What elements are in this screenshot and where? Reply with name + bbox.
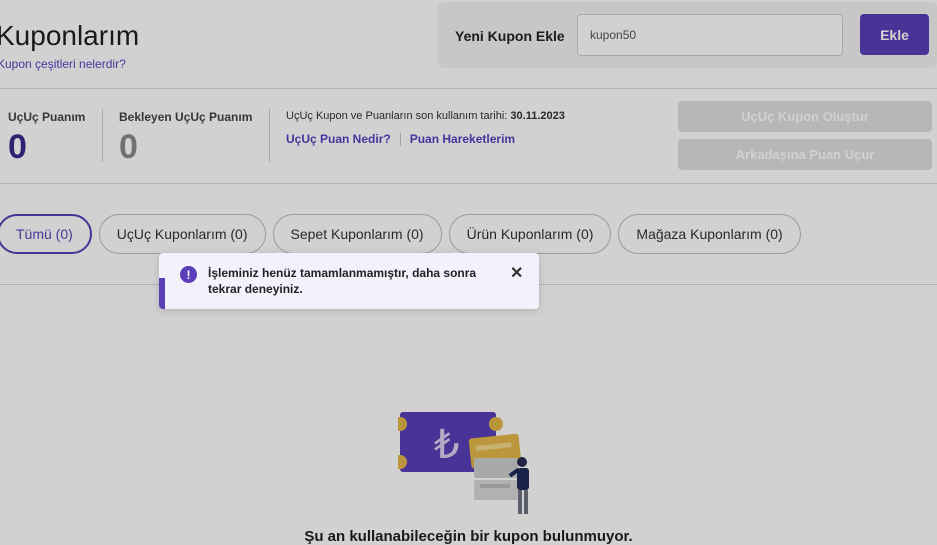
toast-message: İşleminiz henüz tamamlanmamıştır, daha s… (208, 266, 477, 296)
close-icon[interactable]: ✕ (510, 263, 523, 283)
exclamation-icon: ! (180, 266, 197, 283)
error-toast: ! İşleminiz henüz tamamlanmamıştır, daha… (159, 253, 539, 309)
toast-accent-bar (159, 278, 165, 309)
